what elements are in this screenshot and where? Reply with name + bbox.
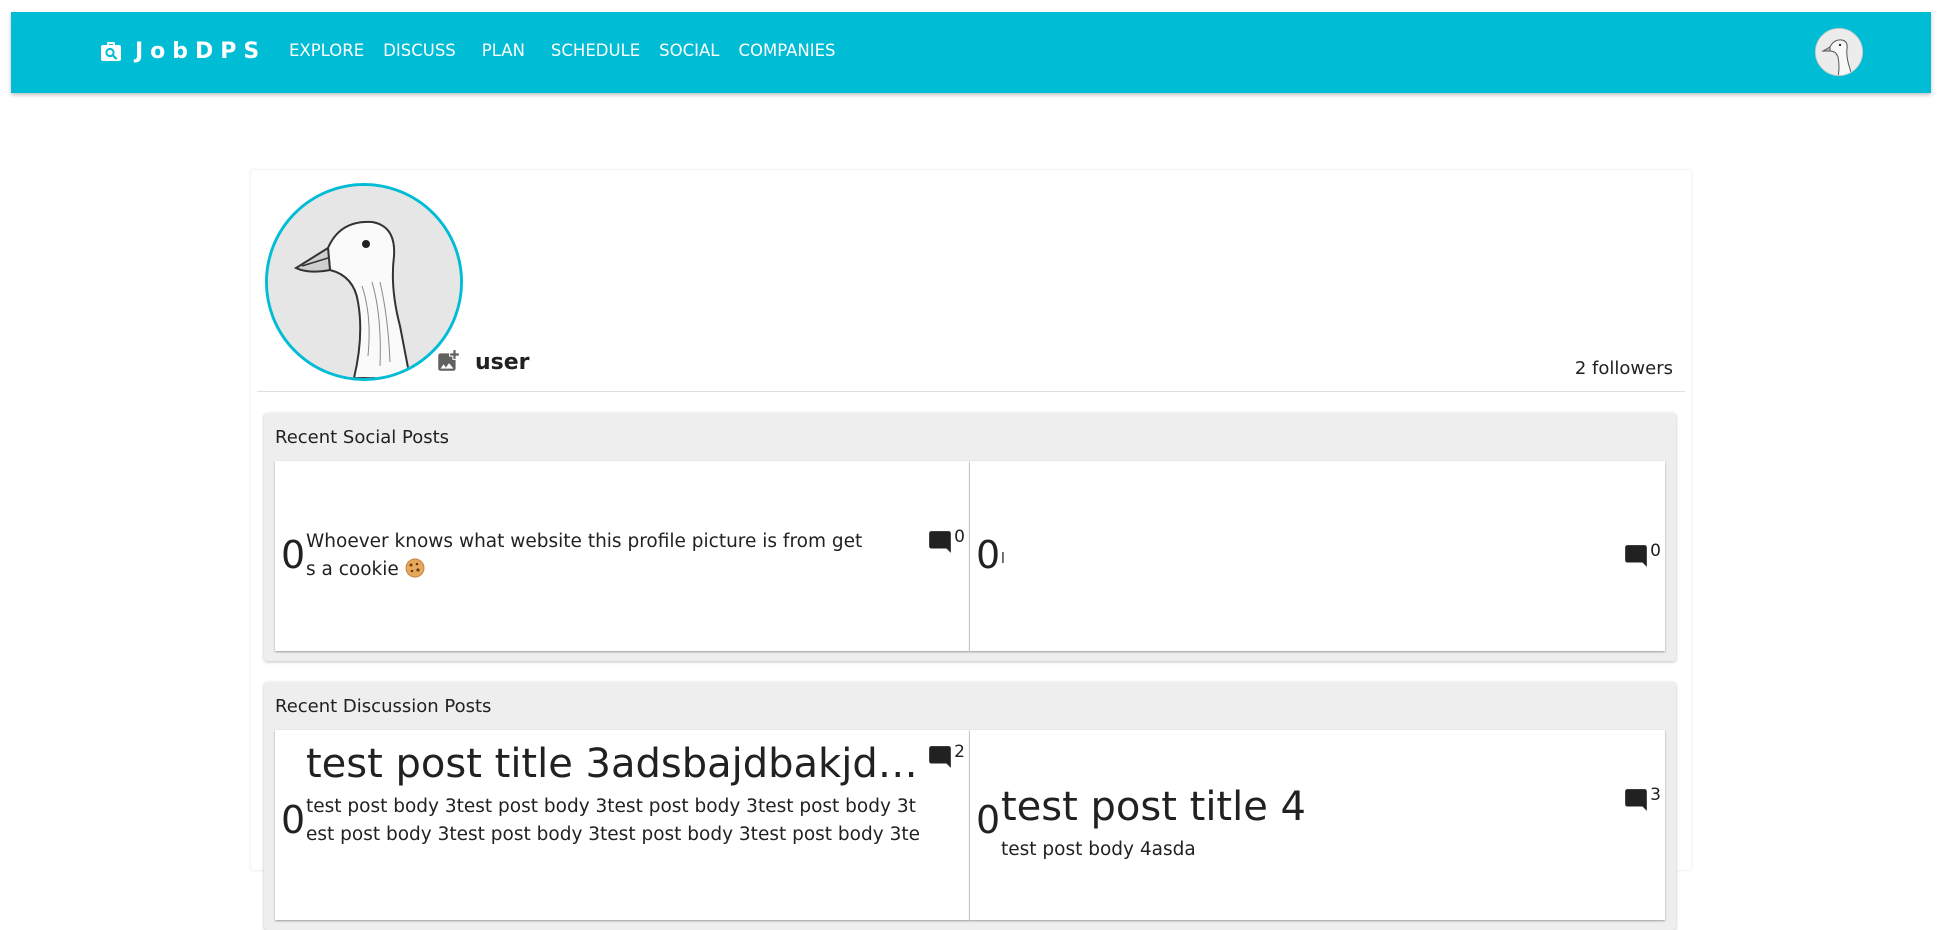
cookie-icon — [405, 558, 425, 578]
section-title-discussion: Recent Discussion Posts — [275, 696, 492, 717]
nav-companies[interactable]: COMPANIES — [738, 41, 835, 60]
user-avatar[interactable] — [1815, 28, 1863, 76]
nav-social[interactable]: SOCIAL — [659, 41, 719, 60]
comments-button[interactable]: 3 — [1623, 785, 1661, 813]
comment-icon — [1625, 789, 1648, 811]
social-post-card[interactable]: 0 Whoever knows what website this profil… — [275, 461, 970, 651]
comments-button[interactable]: 0 — [927, 527, 965, 555]
comment-icon — [929, 746, 952, 768]
comments-button[interactable]: 0 — [1623, 541, 1661, 569]
discussion-post-card[interactable]: 0 test post title 3adsbajdbakjdkas... te… — [275, 730, 970, 920]
vote-count: 0 — [976, 533, 1001, 577]
comment-icon — [929, 531, 952, 553]
nav-explore[interactable]: EXPLORE — [289, 41, 364, 60]
section-title-social: Recent Social Posts — [275, 427, 450, 448]
vote-count: 0 — [976, 798, 1001, 842]
profile-username: user — [475, 350, 530, 375]
post-body: test post body 3test post body 3test pos… — [306, 796, 920, 845]
comment-count: 3 — [1650, 785, 1661, 805]
social-posts-list: 0 Whoever knows what website this profil… — [275, 461, 1665, 651]
profile-divider — [257, 391, 1685, 392]
post-title: test post title 3adsbajdbakjdkas... — [306, 741, 921, 787]
brand-name: JobDPS — [135, 39, 267, 64]
profile-card: user 2 followers Recent Social Posts 0 W… — [251, 170, 1691, 930]
comment-count: 0 — [1650, 541, 1661, 561]
recent-discussion-posts-section: Recent Discussion Posts 0 test post titl… — [264, 682, 1676, 930]
vote-count: 0 — [281, 798, 306, 842]
recent-social-posts-section: Recent Social Posts 0 Whoever knows what… — [264, 413, 1676, 661]
top-navbar: JobDPS EXPLORE DISCUSS PLAN SCHEDULE SOC… — [11, 12, 1931, 93]
social-post-card[interactable]: 0 l 0 — [970, 461, 1665, 651]
post-text-content: Whoever knows what website this profile … — [306, 531, 863, 580]
nav-plan[interactable]: PLAN — [482, 41, 525, 60]
post-text: Whoever knows what website this profile … — [306, 528, 866, 584]
comment-icon — [1625, 545, 1648, 567]
goose-avatar-icon — [1816, 29, 1862, 75]
goose-profile-icon — [268, 186, 460, 378]
nav-schedule[interactable]: SCHEDULE — [551, 41, 640, 60]
comment-count: 0 — [954, 527, 965, 547]
add-photo-icon[interactable] — [435, 348, 461, 374]
followers-count[interactable]: 2 followers — [1575, 358, 1673, 379]
profile-picture — [265, 183, 463, 381]
discussion-post-card[interactable]: 0 test post title 4 test post body 4asda… — [970, 730, 1665, 920]
nav-discuss[interactable]: DISCUSS — [383, 41, 456, 60]
briefcase-search-icon — [101, 41, 121, 61]
nav-links: EXPLORE DISCUSS PLAN SCHEDULE SOCIAL COM… — [289, 41, 855, 60]
post-title: test post title 4 — [1001, 784, 1306, 830]
comments-button[interactable]: 2 — [927, 742, 965, 770]
post-text: l — [1001, 551, 1005, 567]
brand-logo[interactable]: JobDPS — [99, 39, 266, 64]
comment-count: 2 — [954, 742, 965, 762]
discussion-posts-list: 0 test post title 3adsbajdbakjdkas... te… — [275, 730, 1665, 920]
vote-count: 0 — [281, 533, 306, 577]
